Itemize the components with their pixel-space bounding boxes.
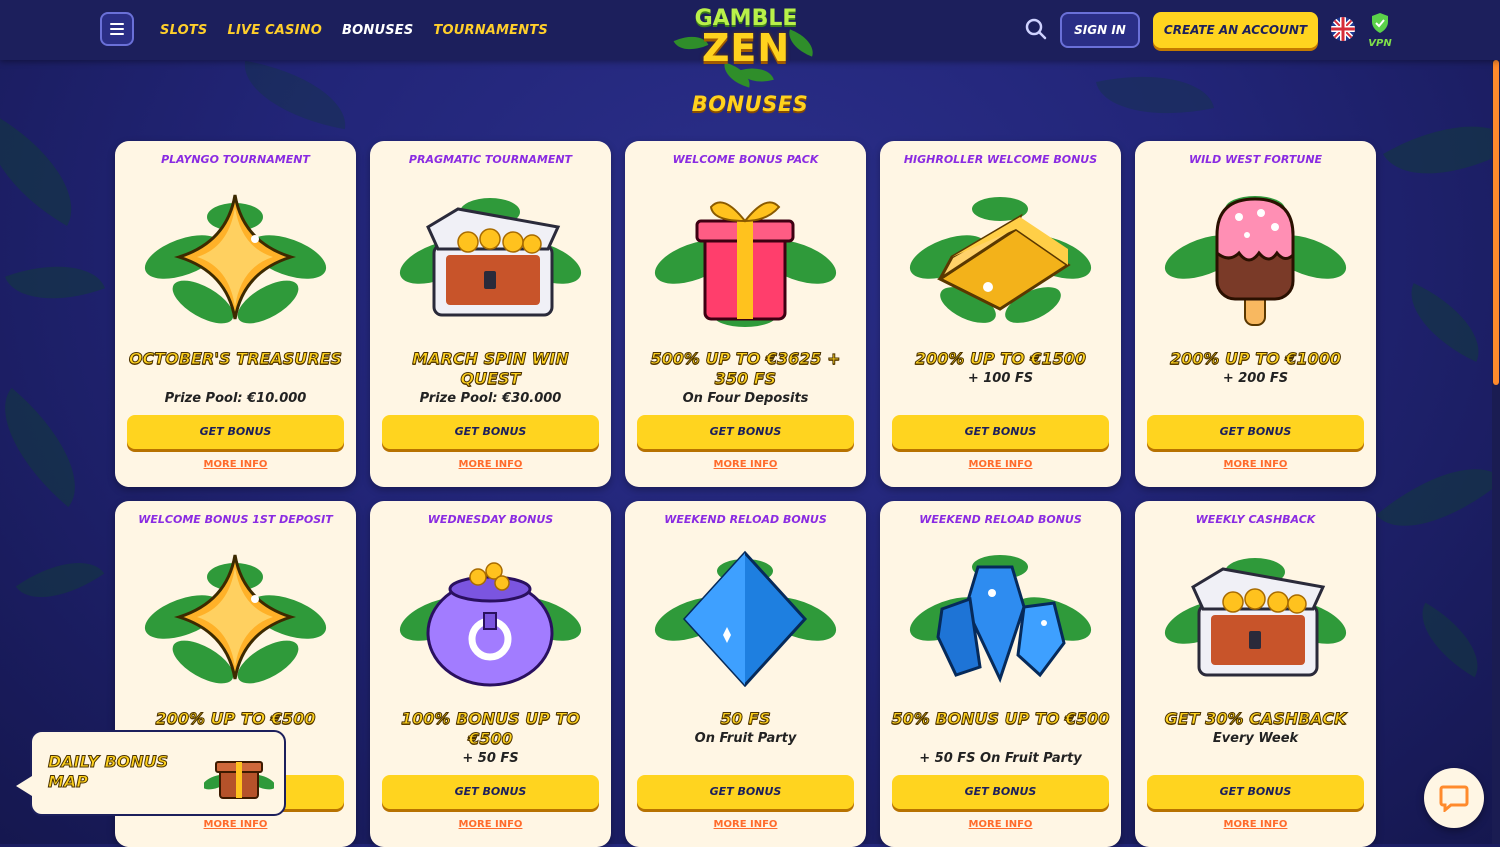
bonus-headline: 200% UP TO €500 [155,709,316,729]
bonus-category: PRAGMATIC TOURNAMENT [408,153,573,166]
more-info-link[interactable]: MORE INFO [115,459,356,470]
bonus-subtext: On Fruit Party [694,731,797,746]
bonus-card: WEEKEND RELOAD BONUS 50 FS On Fruit Part… [625,501,866,847]
bonus-subtext: Every Week [1212,731,1299,746]
get-bonus-button[interactable]: GET BONUS [892,775,1109,809]
page-title: BONUSES [691,92,809,116]
bonus-headline: 50 FS [720,709,771,729]
gift-box-icon [653,187,838,327]
coin-pot-icon [398,547,583,687]
bonus-subtext: + 50 FS On Fruit Party [919,751,1082,766]
bonus-category: WELCOME BONUS 1ST DEPOSIT [138,513,333,526]
sign-in-button[interactable]: SIGN IN [1060,12,1140,48]
bonus-card: WELCOME BONUS PACK 500% UP TO €3625 + 35… [625,141,866,487]
more-info-link[interactable]: MORE INFO [1135,819,1376,830]
create-account-button[interactable]: CREATE AN ACCOUNT [1153,12,1318,48]
ice-cream-icon [1163,187,1348,327]
shield-check-icon [1372,13,1388,33]
get-bonus-button[interactable]: GET BONUS [382,415,599,449]
bonus-card: PRAGMATIC TOURNAMENT MARCH SPIN WIN QUES… [370,141,611,487]
site-header: SLOTS LIVE CASINO BONUSES TOURNAMENTS GA… [0,0,1500,88]
bonus-headline: MARCH SPIN WIN QUEST [412,349,569,389]
nav-tournaments[interactable]: TOURNAMENTS [433,23,548,38]
bonus-headline: 500% UP TO €3625 + 350 FS [650,349,841,389]
bonus-card: HIGHROLLER WELCOME BONUS 200% UP TO €150… [880,141,1121,487]
blue-crystals-icon [908,547,1093,687]
bonus-category: WELCOME BONUS PACK [672,153,819,166]
bonus-category: WEEKEND RELOAD BONUS [664,513,827,526]
nav-bonuses[interactable]: BONUSES [342,23,413,38]
bonus-category: WEEKEND RELOAD BONUS [919,513,1082,526]
bonus-headline: GET 30% CASHBACK [1164,709,1347,729]
chat-bubble-icon[interactable] [1424,768,1484,828]
uk-flag-icon[interactable] [1331,17,1355,41]
more-info-link[interactable]: MORE INFO [115,819,356,830]
blue-diamond-icon [653,547,838,688]
bonus-category: PLAYNGO TOURNAMENT [161,153,310,166]
get-bonus-button[interactable]: GET BONUS [127,415,344,449]
bonus-subtext: + 200 FS [1222,371,1289,386]
nav-slots[interactable]: SLOTS [160,23,207,38]
bonus-subtext: Prize Pool: €10.000 [164,391,307,406]
gold-bar-icon [908,187,1093,327]
bonus-headline: OCTOBER'S TREASURES [128,349,343,369]
bonus-subtext: + 50 FS [462,751,519,766]
get-bonus-button[interactable]: GET BONUS [1147,415,1364,449]
more-info-link[interactable]: MORE INFO [370,459,611,470]
bonus-card: WEDNESDAY BONUS 100% BONUS UP TO €500 + … [370,501,611,847]
bonus-card: WEEKLY CASHBACK GET 30% CASHBACK Every W… [1135,501,1376,847]
star-gem-icon [143,187,328,327]
bonus-card: WILD WEST FORTUNE 200% UP TO €1000 + 200… [1135,141,1376,487]
get-bonus-button[interactable]: GET BONUS [637,415,854,449]
bonus-headline: 200% UP TO €1000 [1169,349,1342,369]
scrollbar-thumb[interactable] [1493,60,1499,385]
more-info-link[interactable]: MORE INFO [370,819,611,830]
get-bonus-button[interactable]: GET BONUS [892,415,1109,449]
treasure-chest-icon [398,187,583,327]
bonus-headline: 200% UP TO €1500 [914,349,1087,369]
star-gem-icon [143,547,328,687]
bonus-category: HIGHROLLER WELCOME BONUS [903,153,1098,166]
logo-line2: ZEN [701,26,791,70]
bonus-grid: PLAYNGO TOURNAMENT OCTOBER'S TREASURES P… [115,141,1378,847]
more-info-link[interactable]: MORE INFO [880,459,1121,470]
search-icon[interactable] [1025,18,1047,40]
more-info-link[interactable]: MORE INFO [625,459,866,470]
get-bonus-button[interactable]: GET BONUS [1147,775,1364,809]
bonus-headline: 50% BONUS UP TO €500 [891,709,1110,729]
bonus-subtext: + 100 FS [967,371,1034,386]
more-info-link[interactable]: MORE INFO [1135,459,1376,470]
hamburger-menu-icon[interactable] [100,12,134,46]
bonus-subtext: Prize Pool: €30.000 [419,391,562,406]
get-bonus-button[interactable]: GET BONUS [637,775,854,809]
more-info-link[interactable]: MORE INFO [880,819,1121,830]
daily-bonus-map-widget[interactable]: DAILY BONUS MAP [16,730,286,816]
bonus-category: WILD WEST FORTUNE [1188,153,1323,166]
more-info-link[interactable]: MORE INFO [625,819,866,830]
bonus-headline: 100% BONUS UP TO €500 [400,709,581,749]
main-nav: SLOTS LIVE CASINO BONUSES TOURNAMENTS [160,0,548,60]
treasure-chest-icon [1163,547,1348,687]
vpn-label: VPN [1368,38,1392,49]
gift-box-icon [202,752,276,802]
bonus-category: WEEKLY CASHBACK [1195,513,1316,526]
daily-bonus-label: DAILY BONUS MAP [48,752,169,792]
get-bonus-button[interactable]: GET BONUS [382,775,599,809]
bonus-subtext: On Four Deposits [682,391,809,406]
nav-live-casino[interactable]: LIVE CASINO [227,23,322,38]
bonus-card: WEEKEND RELOAD BONUS 50% BONUS UP TO €50… [880,501,1121,847]
vpn-toggle[interactable]: VPN [1366,12,1394,50]
bonus-card: PLAYNGO TOURNAMENT OCTOBER'S TREASURES P… [115,141,356,487]
bonus-category: WEDNESDAY BONUS [427,513,554,526]
site-logo[interactable]: GAMBLE ZEN [672,4,820,88]
